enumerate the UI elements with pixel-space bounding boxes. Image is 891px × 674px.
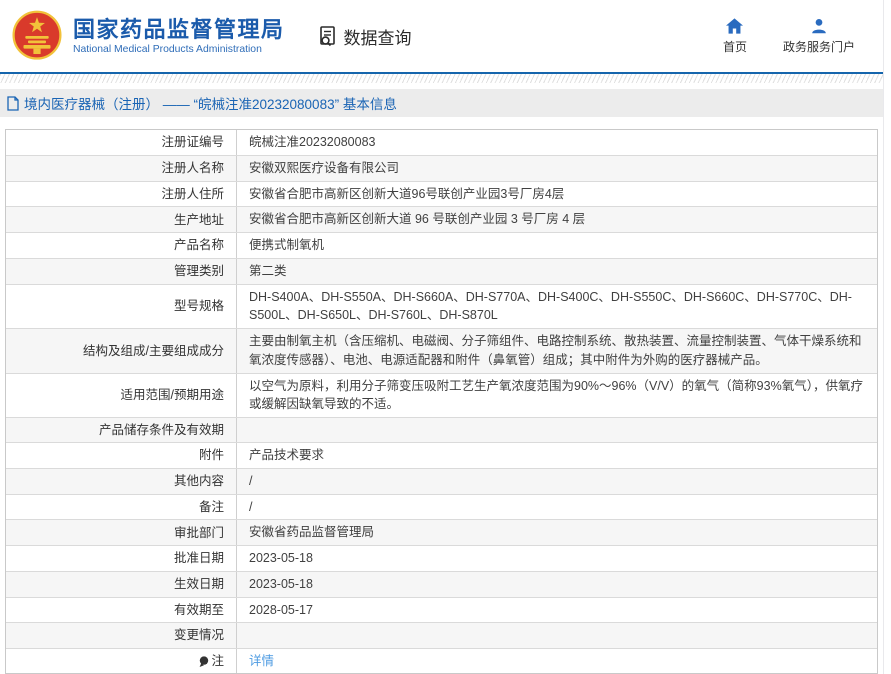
row-value: 2028-05-17 bbox=[237, 598, 877, 623]
table-row: 其他内容/ bbox=[6, 468, 877, 494]
row-value: 安徽省合肥市高新区创新大道96号联创产业园3号厂房4层 bbox=[237, 182, 877, 207]
pin-icon bbox=[198, 656, 209, 668]
row-value: 安徽省药品监督管理局 bbox=[237, 520, 877, 545]
table-row: 管理类别第二类 bbox=[6, 258, 877, 284]
table-row: 注册证编号皖械注准20232080083 bbox=[6, 130, 877, 155]
table-row: 结构及组成/主要组成成分主要由制氧主机（含压缩机、电磁阀、分子筛组件、电路控制系… bbox=[6, 328, 877, 373]
page: 国家药品监督管理局 National Medical Products Admi… bbox=[0, 0, 884, 674]
table-row: 备注/ bbox=[6, 494, 877, 520]
table-row: 型号规格DH-S400A、DH-S550A、DH-S660A、DH-S770A、… bbox=[6, 284, 877, 329]
row-label: 批准日期 bbox=[6, 546, 237, 571]
row-value: 主要由制氧主机（含压缩机、电磁阀、分子筛组件、电路控制系统、散热装置、流量控制装… bbox=[237, 329, 877, 373]
row-label: 附件 bbox=[6, 443, 237, 468]
org-name-cn: 国家药品监督管理局 bbox=[73, 17, 285, 42]
row-label-note: 注 bbox=[6, 649, 237, 674]
document-search-icon bbox=[317, 25, 339, 47]
org-name-en: National Medical Products Administration bbox=[73, 44, 285, 55]
nav-item-portal[interactable]: 政务服务门户 bbox=[783, 18, 855, 55]
table-row: 有效期至2028-05-17 bbox=[6, 597, 877, 623]
row-value: 2023-05-18 bbox=[237, 572, 877, 597]
table-row: 产品名称便携式制氧机 bbox=[6, 232, 877, 258]
row-label: 变更情况 bbox=[6, 623, 237, 647]
row-label: 注册人住所 bbox=[6, 182, 237, 207]
table-row: 注册人名称安徽双熙医疗设备有限公司 bbox=[6, 155, 877, 181]
row-value: 皖械注准20232080083 bbox=[237, 130, 877, 155]
row-label: 型号规格 bbox=[6, 285, 237, 329]
row-label: 生产地址 bbox=[6, 207, 237, 232]
table-row: 适用范围/预期用途以空气为原料，利用分子筛变压吸附工艺生产氧浓度范围为90%～9… bbox=[6, 373, 877, 418]
row-value: 2023-05-18 bbox=[237, 546, 877, 571]
home-icon bbox=[726, 18, 743, 34]
row-label: 结构及组成/主要组成成分 bbox=[6, 329, 237, 373]
row-label: 适用范围/预期用途 bbox=[6, 374, 237, 418]
row-value bbox=[237, 418, 877, 442]
row-label: 有效期至 bbox=[6, 598, 237, 623]
table-row: 产品储存条件及有效期 bbox=[6, 417, 877, 442]
table-row: 生效日期2023-05-18 bbox=[6, 571, 877, 597]
row-value: / bbox=[237, 469, 877, 494]
nav-home-label: 首页 bbox=[723, 38, 747, 55]
document-icon bbox=[6, 96, 20, 111]
table-row: 注详情 bbox=[6, 648, 877, 674]
row-value: 安徽省合肥市高新区创新大道 96 号联创产业园 3 号厂房 4 层 bbox=[237, 207, 877, 232]
row-label: 审批部门 bbox=[6, 520, 237, 545]
row-value: 详情 bbox=[237, 649, 877, 674]
user-icon bbox=[811, 18, 827, 34]
row-label: 其他内容 bbox=[6, 469, 237, 494]
row-label: 注册证编号 bbox=[6, 130, 237, 155]
site-header: 国家药品监督管理局 National Medical Products Admi… bbox=[0, 0, 883, 72]
info-table: 注册证编号皖械注准20232080083注册人名称安徽双熙医疗设备有限公司注册人… bbox=[5, 129, 878, 674]
table-row: 变更情况 bbox=[6, 622, 877, 647]
brand-block[interactable]: 国家药品监督管理局 National Medical Products Admi… bbox=[73, 17, 285, 55]
row-value: 产品技术要求 bbox=[237, 443, 877, 468]
row-label: 管理类别 bbox=[6, 259, 237, 284]
hatch-band bbox=[0, 74, 883, 83]
breadcrumb: 境内医疗器械（注册） —— “皖械注准20232080083” 基本信息 bbox=[0, 89, 883, 117]
nav-data-query-label: 数据查询 bbox=[344, 24, 412, 49]
row-value: DH-S400A、DH-S550A、DH-S660A、DH-S770A、DH-S… bbox=[237, 285, 877, 329]
row-label: 生效日期 bbox=[6, 572, 237, 597]
row-value: 以空气为原料，利用分子筛变压吸附工艺生产氧浓度范围为90%～96%（V/V）的氧… bbox=[237, 374, 877, 418]
national-emblem-logo[interactable] bbox=[10, 9, 64, 63]
table-row: 审批部门安徽省药品监督管理局 bbox=[6, 519, 877, 545]
row-label: 备注 bbox=[6, 495, 237, 520]
table-row: 生产地址安徽省合肥市高新区创新大道 96 号联创产业园 3 号厂房 4 层 bbox=[6, 206, 877, 232]
header-nav-right: 首页 政务服务门户 bbox=[723, 18, 883, 55]
table-row: 附件产品技术要求 bbox=[6, 442, 877, 468]
row-label: 产品储存条件及有效期 bbox=[6, 418, 237, 442]
row-value bbox=[237, 623, 877, 647]
row-value: 便携式制氧机 bbox=[237, 233, 877, 258]
nav-item-home[interactable]: 首页 bbox=[723, 18, 747, 55]
breadcrumb-text: 境内医疗器械（注册） —— “皖械注准20232080083” 基本信息 bbox=[24, 93, 397, 113]
row-value: 安徽双熙医疗设备有限公司 bbox=[237, 156, 877, 181]
nav-data-query[interactable]: 数据查询 bbox=[317, 24, 412, 49]
detail-link[interactable]: 详情 bbox=[249, 652, 274, 671]
row-label: 注册人名称 bbox=[6, 156, 237, 181]
row-label: 产品名称 bbox=[6, 233, 237, 258]
row-value: / bbox=[237, 495, 877, 520]
table-row: 批准日期2023-05-18 bbox=[6, 545, 877, 571]
table-row: 注册人住所安徽省合肥市高新区创新大道96号联创产业园3号厂房4层 bbox=[6, 181, 877, 207]
nav-portal-label: 政务服务门户 bbox=[783, 38, 855, 55]
row-value: 第二类 bbox=[237, 259, 877, 284]
